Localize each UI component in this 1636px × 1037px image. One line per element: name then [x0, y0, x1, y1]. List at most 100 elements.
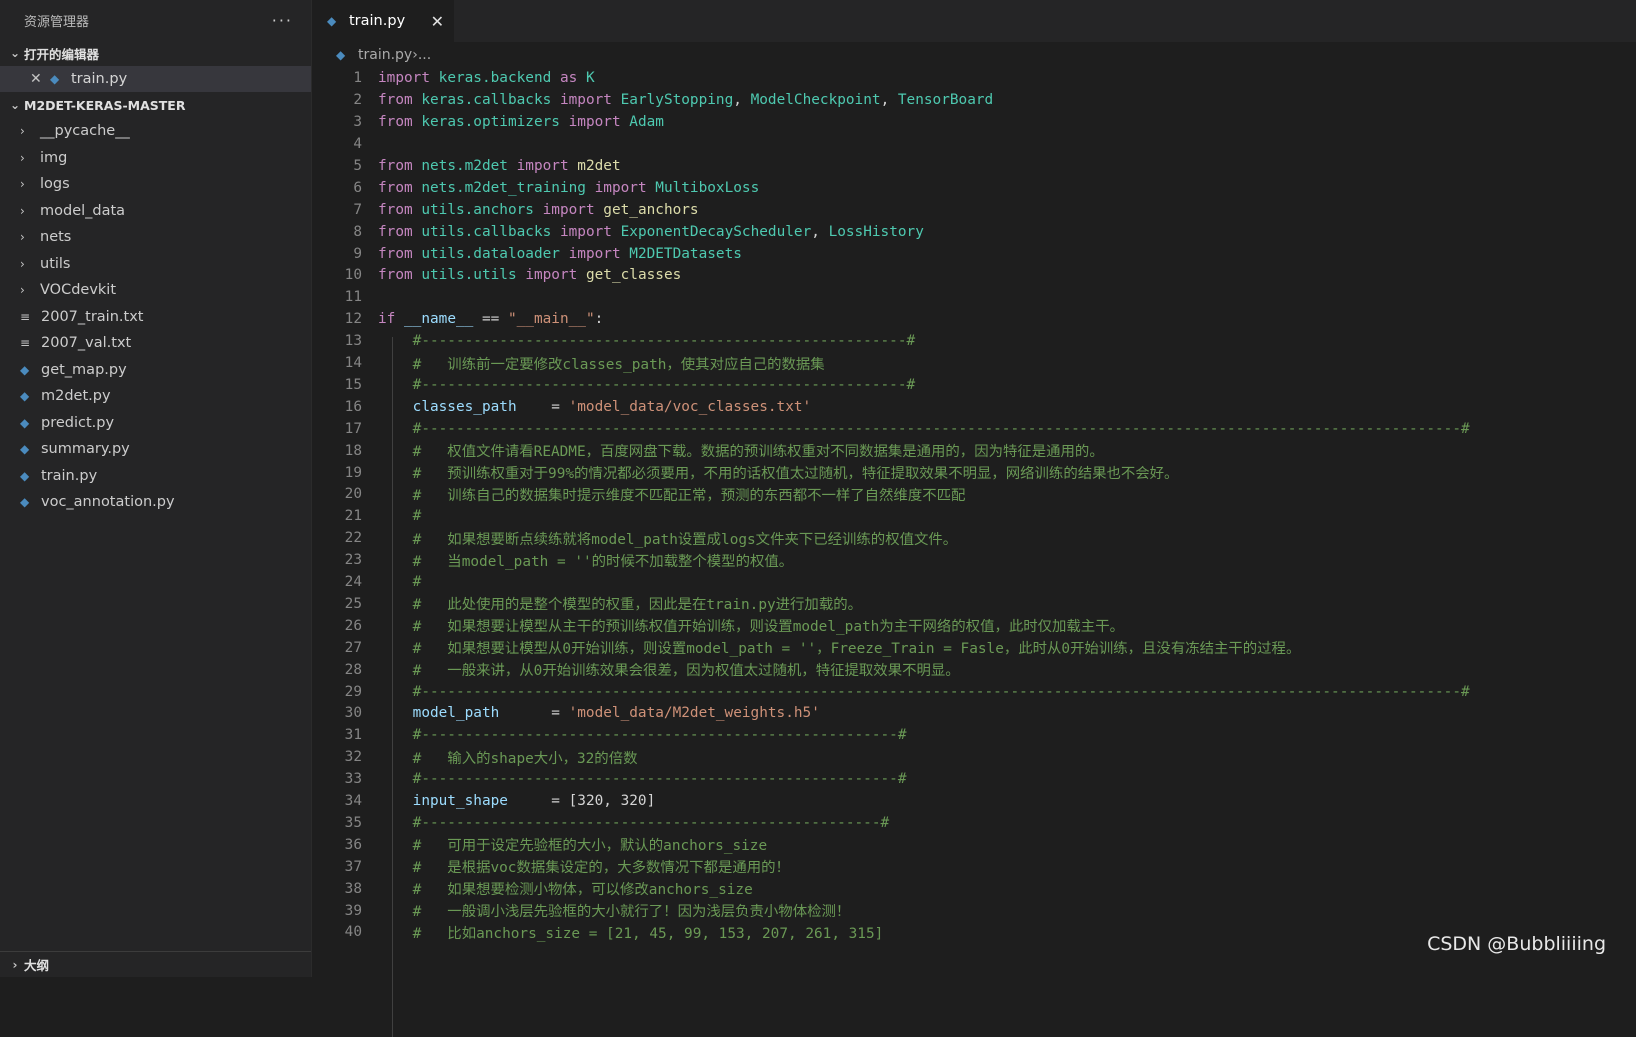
python-file-icon: ◆: [50, 72, 60, 86]
code-token: import: [568, 114, 621, 131]
tree-item-label: voc_annotation.py: [41, 494, 175, 511]
line-number: 18: [344, 442, 362, 459]
tree-item[interactable]: ◆ predict.py: [0, 410, 311, 437]
code-token: #---------------------------------------…: [412, 771, 907, 788]
code-text: model_path = 'model_data/M2det_weights.h…: [378, 705, 820, 721]
tree-item[interactable]: ◆ get_map.py: [0, 357, 311, 384]
line-number: 12: [344, 311, 362, 328]
code-token: import: [542, 201, 595, 218]
tree-item[interactable]: › nets: [0, 224, 311, 251]
line-number: 30: [344, 705, 362, 722]
more-actions-icon[interactable]: ···: [272, 11, 293, 30]
line-number: 6: [353, 179, 362, 196]
tree-item[interactable]: › utils: [0, 251, 311, 278]
line-number: 21: [344, 508, 362, 525]
code-line: 5 from nets.m2det import m2det: [312, 155, 620, 178]
line-number: 32: [344, 749, 362, 766]
line-number: 16: [344, 398, 362, 415]
code-line: 17 #------------------------------------…: [312, 417, 1470, 440]
line-number: 9: [353, 245, 362, 262]
code-text: #---------------------------------------…: [378, 377, 916, 393]
breadcrumb-rest[interactable]: ...: [418, 47, 431, 63]
tree-item[interactable]: ◆ voc_annotation.py: [0, 489, 311, 516]
code-token: utils.dataloader: [421, 245, 560, 262]
tree-item[interactable]: ≡ 2007_train.txt: [0, 304, 311, 331]
code-token: # 一般来讲，从0开始训练效果会很差，因为权值太过随机，特征提取效果不明显。: [412, 663, 960, 680]
code-editor[interactable]: 1 import keras.backend as K 2 from keras.ca…: [312, 67, 1636, 1037]
code-token: # 此处使用的是整个模型的权重，因此是在train.py进行加载的。: [412, 597, 862, 614]
tree-item[interactable]: › img: [0, 145, 311, 172]
code-line: 7 from utils.anchors import get_anchors: [312, 198, 698, 221]
code-token: # 训练自己的数据集时提示维度不匹配正常，预测的东西都不一样了自然维度不匹配: [412, 487, 966, 504]
chevron-right-icon: ›: [20, 150, 25, 165]
code-text: from utils.dataloader import M2DETDatase…: [378, 246, 742, 262]
code-line: 10 from utils.utils import get_classes: [312, 264, 682, 287]
code-token: if: [378, 311, 396, 328]
chevron-right-icon: ›: [12, 957, 18, 972]
close-icon[interactable]: ✕: [30, 71, 50, 87]
code-text: input_shape = [320, 320]: [378, 793, 656, 809]
code-text: # 比如anchors_size = [21, 45, 99, 153, 207…: [378, 922, 884, 943]
code-line: 8 from utils.callbacks import ExponentDec…: [312, 220, 924, 243]
code-token: EarlyStopping: [620, 92, 734, 109]
code-token: from: [378, 201, 413, 218]
code-token: # 预训练权重对于99%的情况都必须要用，不用的话权值太过随机，特征提取效果不明…: [412, 466, 1179, 483]
code-line: 9 from utils.dataloader import M2DETDatas…: [312, 242, 742, 265]
code-token: m2det: [577, 157, 621, 174]
tree-item[interactable]: ◆ train.py: [0, 463, 311, 490]
code-text: # 一般调小浅层先验框的大小就行了！因为浅层负责小物体检测！: [378, 900, 851, 921]
code-text: from utils.utils import get_classes: [378, 267, 681, 283]
tree-item[interactable]: › VOCdevkit: [0, 277, 311, 304]
tree-item[interactable]: ◆ summary.py: [0, 436, 311, 463]
code-text: # 训练前一定要修改classes_path，使其对应自己的数据集: [378, 353, 825, 374]
open-editor-item-train[interactable]: ✕ ◆ train.py: [0, 66, 311, 92]
breadcrumb-file[interactable]: train.py: [358, 47, 412, 63]
code-token: LossHistory: [828, 223, 924, 240]
explorer-title: 资源管理器: [24, 14, 90, 30]
code-text: # 此处使用的是整个模型的权重，因此是在train.py进行加载的。: [378, 593, 862, 614]
code-token: from: [378, 245, 413, 262]
code-token: Adam: [629, 114, 664, 131]
code-line: 39 # 一般调小浅层先验框的大小就行了！因为浅层负责小物体检测！: [312, 899, 851, 922]
tree-item[interactable]: › __pycache__: [0, 118, 311, 145]
code-token: as: [559, 70, 578, 87]
code-token: # 输入的shape大小，32的倍数: [412, 750, 638, 767]
line-number: 14: [344, 355, 362, 372]
outline-section[interactable]: › 大纲: [0, 951, 311, 977]
code-line: 11: [312, 286, 362, 309]
tree-item[interactable]: › model_data: [0, 198, 311, 225]
code-token: # 是根据voc数据集设定的，大多数情况下都是通用的！: [412, 860, 790, 877]
code-token: nets.m2det: [421, 157, 508, 174]
tree-item[interactable]: ≡ 2007_val.txt: [0, 330, 311, 357]
code-token: ModelCheckpoint: [750, 92, 881, 109]
code-line: 14 # 训练前一定要修改classes_path，使其对应自己的数据集: [312, 352, 825, 375]
code-token: utils.anchors: [421, 201, 534, 218]
code-line: 22 # 如果想要断点续练就将model_path设置成logs文件夹下已经训练…: [312, 527, 957, 550]
project-section[interactable]: ⌄ M2DET-KERAS-MASTER: [0, 92, 311, 118]
text-file-icon: ≡: [20, 336, 31, 351]
tab-train-py[interactable]: ◆ train.py ✕: [312, 0, 454, 42]
tree-item-label: __pycache__: [40, 123, 130, 140]
open-editors-section[interactable]: ⌄ 打开的编辑器: [0, 40, 311, 66]
close-icon[interactable]: ✕: [431, 12, 444, 31]
chevron-right-icon: ›: [20, 177, 25, 192]
tree-item[interactable]: › logs: [0, 171, 311, 198]
code-token: get_anchors: [603, 201, 699, 218]
code-line: 34 input_shape = [320, 320]: [312, 790, 656, 813]
code-token: model_path: [412, 705, 500, 722]
tree-item[interactable]: ◆ m2det.py: [0, 383, 311, 410]
code-line: 26 # 如果想要让模型从主干的预训练权值开始训练，则设置model_path为…: [312, 615, 1124, 638]
code-token: from: [378, 114, 413, 131]
line-number: 8: [353, 223, 362, 240]
line-number: 26: [344, 617, 362, 634]
